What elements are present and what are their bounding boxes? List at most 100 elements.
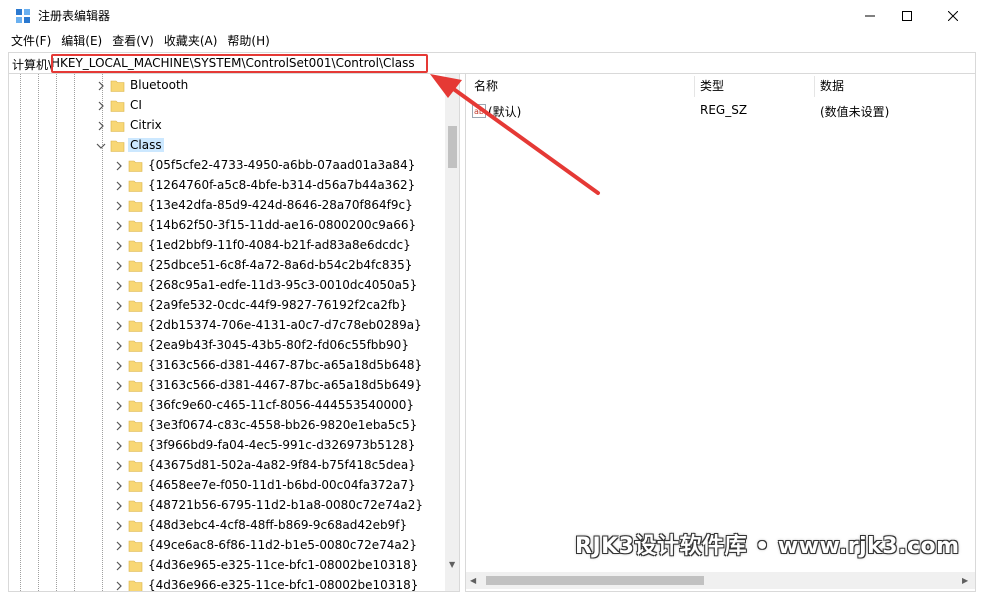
menu-help[interactable]: 帮助(H) — [222, 31, 274, 51]
chevron-right-icon[interactable] — [114, 341, 124, 351]
column-header-type[interactable]: 类型 — [700, 77, 724, 99]
tree-child-label: {3f966bd9-fa04-4ec5-991c-d326973b5128} — [148, 438, 416, 452]
chevron-right-icon[interactable] — [114, 241, 124, 251]
menu-file[interactable]: 文件(F) — [6, 31, 56, 51]
address-bar[interactable]: 计算机\ HKEY_LOCAL_MACHINE\SYSTEM\ControlSe… — [8, 52, 976, 74]
folder-icon — [128, 480, 143, 492]
chevron-right-icon[interactable] — [114, 561, 124, 571]
tree-child-label: {4d36e966-e325-11ce-bfc1-08002be10318} — [148, 578, 419, 592]
close-button[interactable] — [930, 0, 976, 31]
tree-child-label: {2a9fe532-0cdc-44f9-9827-76192f2ca2fb} — [148, 298, 408, 312]
key-tree-pane[interactable]: Bluetooth CI Citrix Class {05f5cfe2-4733-495… — [8, 74, 460, 592]
tree-child-node[interactable]: {4658ee7e-f050-11d1-b6bd-00c04fa372a7} — [9, 476, 445, 496]
folder-icon — [128, 220, 143, 232]
tree-child-node[interactable]: {3163c566-d381-4467-87bc-a65a18d5b649} — [9, 376, 445, 396]
tree-node-label: Citrix — [130, 118, 162, 132]
scroll-right-icon[interactable]: ▶ — [962, 576, 968, 585]
tree-child-node[interactable]: {3f966bd9-fa04-4ec5-991c-d326973b5128} — [9, 436, 445, 456]
tree-node-bluetooth[interactable]: Bluetooth — [9, 76, 445, 96]
list-horizontal-scrollbar[interactable]: ◀ ▶ — [466, 572, 975, 589]
tree-child-node[interactable]: {3163c566-d381-4467-87bc-a65a18d5b648} — [9, 356, 445, 376]
maximize-button[interactable] — [884, 0, 930, 31]
folder-icon — [128, 200, 143, 212]
regedit-app-icon — [16, 9, 30, 23]
chevron-right-icon[interactable] — [114, 321, 124, 331]
tree-child-node[interactable]: {25dbce51-6c8f-4a72-8a6d-b54c2b4fc835} — [9, 256, 445, 276]
chevron-right-icon[interactable] — [114, 521, 124, 531]
chevron-right-icon[interactable] — [114, 221, 124, 231]
scroll-left-icon[interactable]: ◀ — [470, 576, 476, 585]
list-scroll-thumb[interactable] — [486, 576, 704, 585]
tree-node-label: CI — [130, 98, 142, 112]
column-separator[interactable] — [814, 76, 815, 97]
chevron-right-icon[interactable] — [114, 161, 124, 171]
chevron-right-icon[interactable] — [114, 481, 124, 491]
tree-child-node[interactable]: {48d3ebc4-4cf8-48ff-b869-9c68ad42eb9f} — [9, 516, 445, 536]
tree-node-class[interactable]: Class — [9, 136, 445, 156]
chevron-right-icon[interactable] — [96, 101, 106, 111]
scroll-corner — [445, 574, 459, 591]
chevron-right-icon[interactable] — [114, 461, 124, 471]
chevron-right-icon[interactable] — [114, 201, 124, 211]
tree-child-node[interactable]: {4d36e965-e325-11ce-bfc1-08002be10318} — [9, 556, 445, 576]
menu-view[interactable]: 查看(V) — [107, 31, 159, 51]
column-header-data[interactable]: 数据 — [820, 77, 844, 99]
tree-child-node[interactable]: {1264760f-a5c8-4bfe-b314-d56a7b44a362} — [9, 176, 445, 196]
tree-child-node[interactable]: {14b62f50-3f15-11dd-ae16-0800200c9a66} — [9, 216, 445, 236]
scroll-down-icon[interactable]: ▼ — [449, 560, 455, 569]
tree-child-node[interactable]: {48721b56-6795-11d2-b1a8-0080c72e74a2} — [9, 496, 445, 516]
column-header-name[interactable]: 名称 — [474, 77, 498, 99]
chevron-right-icon[interactable] — [114, 361, 124, 371]
chevron-right-icon[interactable] — [114, 281, 124, 291]
title-bar: 注册表编辑器 — [0, 0, 984, 31]
window-title: 注册表编辑器 — [38, 9, 111, 23]
scroll-up-icon[interactable]: ▲ — [449, 77, 455, 86]
chevron-right-icon[interactable] — [114, 441, 124, 451]
folder-icon — [128, 260, 143, 272]
tree-child-node[interactable]: {36fc9e60-c465-11cf-8056-444553540000} — [9, 396, 445, 416]
tree-vertical-scrollbar[interactable]: ▲ ▼ — [445, 74, 459, 574]
chevron-right-icon[interactable] — [114, 381, 124, 391]
tree-child-node[interactable]: {05f5cfe2-4733-4950-a6bb-07aad01a3a84} — [9, 156, 445, 176]
tree-node-citrix[interactable]: Citrix — [9, 116, 445, 136]
tree-child-label: {4658ee7e-f050-11d1-b6bd-00c04fa372a7} — [148, 478, 416, 492]
chevron-right-icon[interactable] — [114, 421, 124, 431]
address-label: 计算机\ — [12, 58, 53, 72]
tree-child-node[interactable]: {49ce6ac8-6f86-11d2-b1e5-0080c72e74a2} — [9, 536, 445, 556]
tree-child-node[interactable]: {43675d81-502a-4a82-9f84-b75f418c5dea} — [9, 456, 445, 476]
chevron-right-icon[interactable] — [96, 81, 106, 91]
tree-child-label: {48721b56-6795-11d2-b1a8-0080c72e74a2} — [148, 498, 423, 512]
chevron-down-icon[interactable] — [96, 141, 106, 151]
tree-child-label: {13e42dfa-85d9-424d-8646-28a70f864f9c} — [148, 198, 413, 212]
values-list-pane[interactable]: 名称 类型 数据 ab (默认) REG_SZ (数值未设置) ◀ ▶ — [465, 74, 976, 592]
tree-child-node[interactable]: {2db15374-706e-4131-a0c7-d7c78eb0289a} — [9, 316, 445, 336]
chevron-right-icon[interactable] — [96, 121, 106, 131]
chevron-right-icon[interactable] — [114, 181, 124, 191]
value-row[interactable]: ab (默认) REG_SZ (数值未设置) — [466, 101, 975, 121]
tree-scroll-thumb[interactable] — [448, 126, 457, 168]
tree-child-node[interactable]: {3e3f0674-c83c-4558-bb26-9820e1eba5c5} — [9, 416, 445, 436]
folder-icon — [128, 320, 143, 332]
menu-favorites[interactable]: 收藏夹(A) — [159, 31, 223, 51]
tree-child-node[interactable]: {1ed2bbf9-11f0-4084-b21f-ad83a8e6dcdc} — [9, 236, 445, 256]
tree-child-node[interactable]: {268c95a1-edfe-11d3-95c3-0010dc4050a5} — [9, 276, 445, 296]
menu-edit[interactable]: 编辑(E) — [56, 31, 107, 51]
chevron-right-icon[interactable] — [114, 541, 124, 551]
tree-child-node[interactable]: {2a9fe532-0cdc-44f9-9827-76192f2ca2fb} — [9, 296, 445, 316]
column-separator[interactable] — [694, 76, 695, 97]
tree-child-label: {2ea9b43f-3045-43b5-80f2-fd06c55fbb90} — [148, 338, 409, 352]
chevron-right-icon[interactable] — [114, 261, 124, 271]
tree-child-node[interactable]: {13e42dfa-85d9-424d-8646-28a70f864f9c} — [9, 196, 445, 216]
tree-child-node[interactable]: {2ea9b43f-3045-43b5-80f2-fd06c55fbb90} — [9, 336, 445, 356]
tree-node-label: Class — [128, 138, 164, 152]
folder-icon — [128, 520, 143, 532]
chevron-right-icon[interactable] — [114, 301, 124, 311]
folder-icon — [128, 440, 143, 452]
svg-text:ab: ab — [474, 107, 484, 116]
tree-child-node[interactable]: {4d36e966-e325-11ce-bfc1-08002be10318} — [9, 576, 445, 592]
chevron-right-icon[interactable] — [114, 501, 124, 511]
tree-node-ci[interactable]: CI — [9, 96, 445, 116]
tree-node-label: Bluetooth — [130, 78, 189, 92]
chevron-right-icon[interactable] — [114, 581, 124, 591]
chevron-right-icon[interactable] — [114, 401, 124, 411]
